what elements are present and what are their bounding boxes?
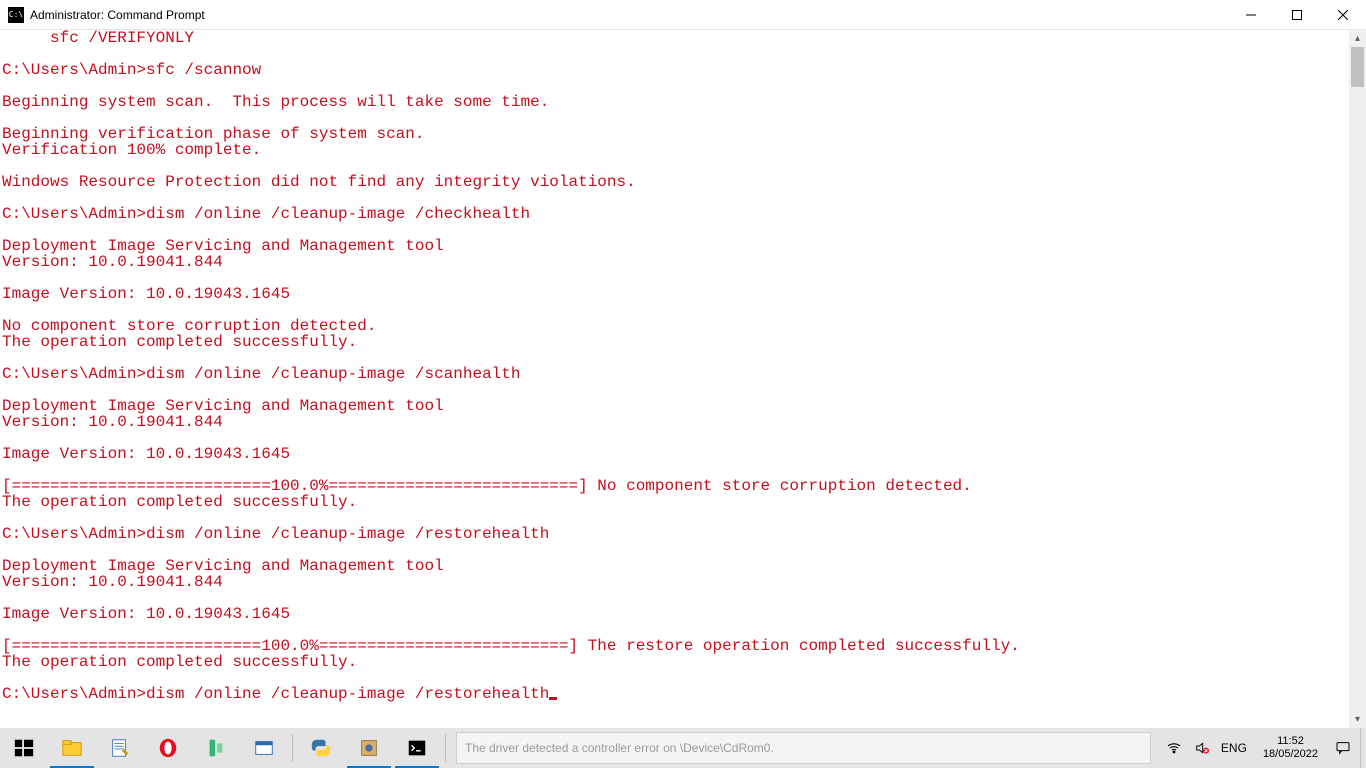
terminal-current-line[interactable]: C:\Users\Admin>dism /online /cleanup-ima…: [2, 686, 1349, 702]
terminal-line: [2, 46, 1349, 62]
terminal-line: [2, 158, 1349, 174]
terminal-line: Image Version: 10.0.19043.1645: [2, 606, 1349, 622]
terminal-output[interactable]: sfc /VERIFYONLY C:\Users\Admin>sfc /scan…: [0, 30, 1349, 728]
terminal-line: Verification 100% complete.: [2, 142, 1349, 158]
notification-message[interactable]: The driver detected a controller error o…: [456, 732, 1151, 764]
terminal-line: Version: 10.0.19041.844: [2, 574, 1349, 590]
taskbar-app-planner[interactable]: [192, 728, 240, 768]
clock-date: 18/05/2022: [1263, 748, 1318, 761]
terminal-line: [2, 190, 1349, 206]
close-button[interactable]: [1320, 0, 1366, 30]
terminal-line: Image Version: 10.0.19043.1645: [2, 286, 1349, 302]
terminal-line: [2, 78, 1349, 94]
scroll-up-button[interactable]: ▴: [1349, 30, 1366, 47]
taskbar-app-notepad[interactable]: [96, 728, 144, 768]
taskbar-app-opera[interactable]: [144, 728, 192, 768]
terminal-line: [2, 222, 1349, 238]
taskbar-app-file-explorer[interactable]: [48, 728, 96, 768]
terminal-line: Beginning system scan. This process will…: [2, 94, 1349, 110]
terminal-line: [2, 302, 1349, 318]
terminal-line: Windows Resource Protection did not find…: [2, 174, 1349, 190]
show-desktop-button[interactable]: [1360, 728, 1366, 768]
scroll-track[interactable]: [1349, 47, 1366, 711]
terminal-line: Version: 10.0.19041.844: [2, 414, 1349, 430]
language-indicator[interactable]: ENG: [1221, 741, 1247, 755]
terminal-line: [2, 622, 1349, 638]
taskbar-app-generic-window[interactable]: [240, 728, 288, 768]
volume-muted-icon[interactable]: [1193, 739, 1211, 757]
taskbar-app-python[interactable]: [297, 728, 345, 768]
terminal-line: The operation completed successfully.: [2, 654, 1349, 670]
vertical-scrollbar[interactable]: ▴ ▾: [1349, 30, 1366, 728]
terminal-line: [2, 270, 1349, 286]
taskbar-clock[interactable]: 11:52 18/05/2022: [1257, 735, 1324, 761]
terminal-line: sfc /VERIFYONLY: [2, 30, 1349, 46]
terminal-line: No component store corruption detected.: [2, 318, 1349, 334]
terminal-line: Image Version: 10.0.19043.1645: [2, 446, 1349, 462]
window-title: Administrator: Command Prompt: [30, 8, 205, 22]
terminal-line: C:\Users\Admin>dism /online /cleanup-ima…: [2, 206, 1349, 222]
terminal-line: [2, 590, 1349, 606]
terminal-line: Version: 10.0.19041.844: [2, 254, 1349, 270]
terminal-line: [==========================100.0%=======…: [2, 638, 1349, 654]
terminal-line: [2, 382, 1349, 398]
terminal-line: [2, 542, 1349, 558]
terminal-line: C:\Users\Admin>dism /online /cleanup-ima…: [2, 366, 1349, 382]
terminal-line: C:\Users\Admin>dism /online /cleanup-ima…: [2, 526, 1349, 542]
minimize-button[interactable]: [1228, 0, 1274, 30]
terminal-line: [2, 110, 1349, 126]
terminal-line: Deployment Image Servicing and Managemen…: [2, 398, 1349, 414]
taskbar: The driver detected a controller error o…: [0, 728, 1366, 768]
terminal-cursor: [549, 697, 557, 700]
taskbar-app-settings[interactable]: [345, 728, 393, 768]
terminal-line: [2, 430, 1349, 446]
taskbar-app-command-prompt[interactable]: [393, 728, 441, 768]
titlebar[interactable]: C:\ Administrator: Command Prompt: [0, 0, 1366, 30]
terminal-line: [===========================100.0%======…: [2, 478, 1349, 494]
terminal-line: [2, 462, 1349, 478]
scroll-down-button[interactable]: ▾: [1349, 711, 1366, 728]
terminal-line: Deployment Image Servicing and Managemen…: [2, 558, 1349, 574]
scroll-thumb[interactable]: [1351, 47, 1364, 87]
start-button[interactable]: [0, 728, 48, 768]
wifi-icon[interactable]: [1165, 739, 1183, 757]
maximize-button[interactable]: [1274, 0, 1320, 30]
terminal-line: Deployment Image Servicing and Managemen…: [2, 238, 1349, 254]
command-prompt-window: C:\ Administrator: Command Prompt sfc /V…: [0, 0, 1366, 728]
system-tray: ENG 11:52 18/05/2022: [1157, 728, 1360, 768]
terminal-line: The operation completed successfully.: [2, 494, 1349, 510]
terminal-line: [2, 350, 1349, 366]
taskbar-notification-area: The driver detected a controller error o…: [450, 728, 1157, 768]
terminal-line: [2, 510, 1349, 526]
clock-time: 11:52: [1263, 735, 1318, 748]
terminal-line: C:\Users\Admin>sfc /scannow: [2, 62, 1349, 78]
terminal-line: [2, 670, 1349, 686]
action-center-icon[interactable]: [1334, 739, 1352, 757]
terminal-line: The operation completed successfully.: [2, 334, 1349, 350]
app-icon: C:\: [8, 7, 24, 23]
terminal-line: Beginning verification phase of system s…: [2, 126, 1349, 142]
